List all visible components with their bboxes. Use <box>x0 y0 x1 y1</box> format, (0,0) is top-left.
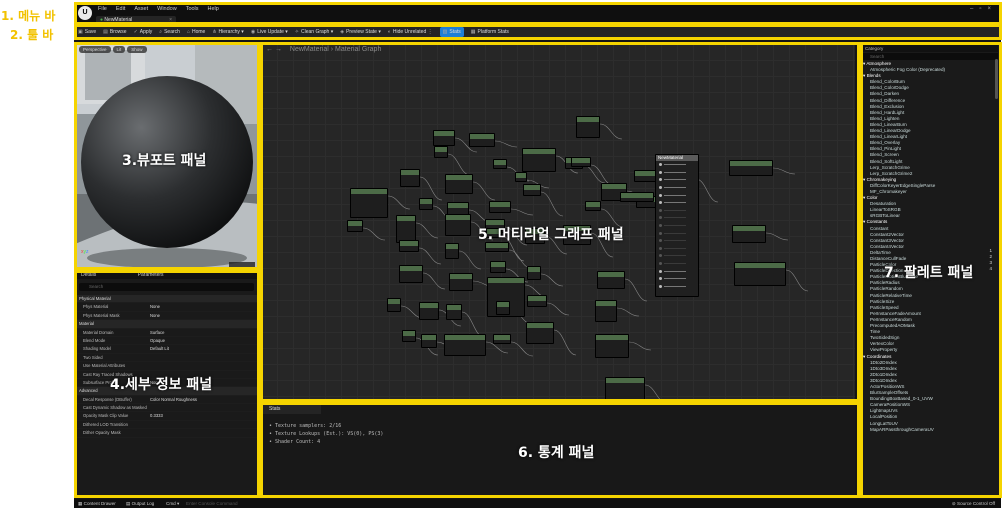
label-viewport: 3.뷰포트 패널 <box>122 153 207 169</box>
annotated-screenshot: { "colors":{"editor_bg":"#151515","annot… <box>0 0 1003 510</box>
source-control-label: Source Control Off <box>957 501 995 506</box>
label-stats: 6. 통계 패널 <box>518 445 595 461</box>
output-log-button[interactable]: ▤ Output Log <box>126 499 154 508</box>
status-bar: ▦ Content Drawer ▤ Output Log Cmd ▾ Ente… <box>74 499 1001 508</box>
content-drawer-label: Content Drawer <box>83 501 116 506</box>
label-toolbar: 2. 툴 바 <box>10 28 54 42</box>
source-control-button[interactable]: ⊘ Source Control Off <box>952 499 995 508</box>
label-palette: 7. 팔레트 패널 <box>884 265 974 281</box>
annotation-box-menu <box>74 2 1002 25</box>
output-log-label: Output Log <box>131 501 155 506</box>
label-details: 4.세부 정보 패널 <box>110 377 213 393</box>
label-graph: 5. 머티리얼 그래프 패널 <box>478 227 624 243</box>
annotation-box-toolbar <box>74 24 1002 40</box>
console-input[interactable]: Enter Console Command <box>186 499 238 508</box>
annotation-box-graph <box>260 42 860 402</box>
content-drawer-button[interactable]: ▦ Content Drawer <box>78 499 116 508</box>
label-menu-bar: 1. 메뉴 바 <box>1 9 56 23</box>
cmd-dropdown[interactable]: Cmd ▾ <box>166 499 179 508</box>
